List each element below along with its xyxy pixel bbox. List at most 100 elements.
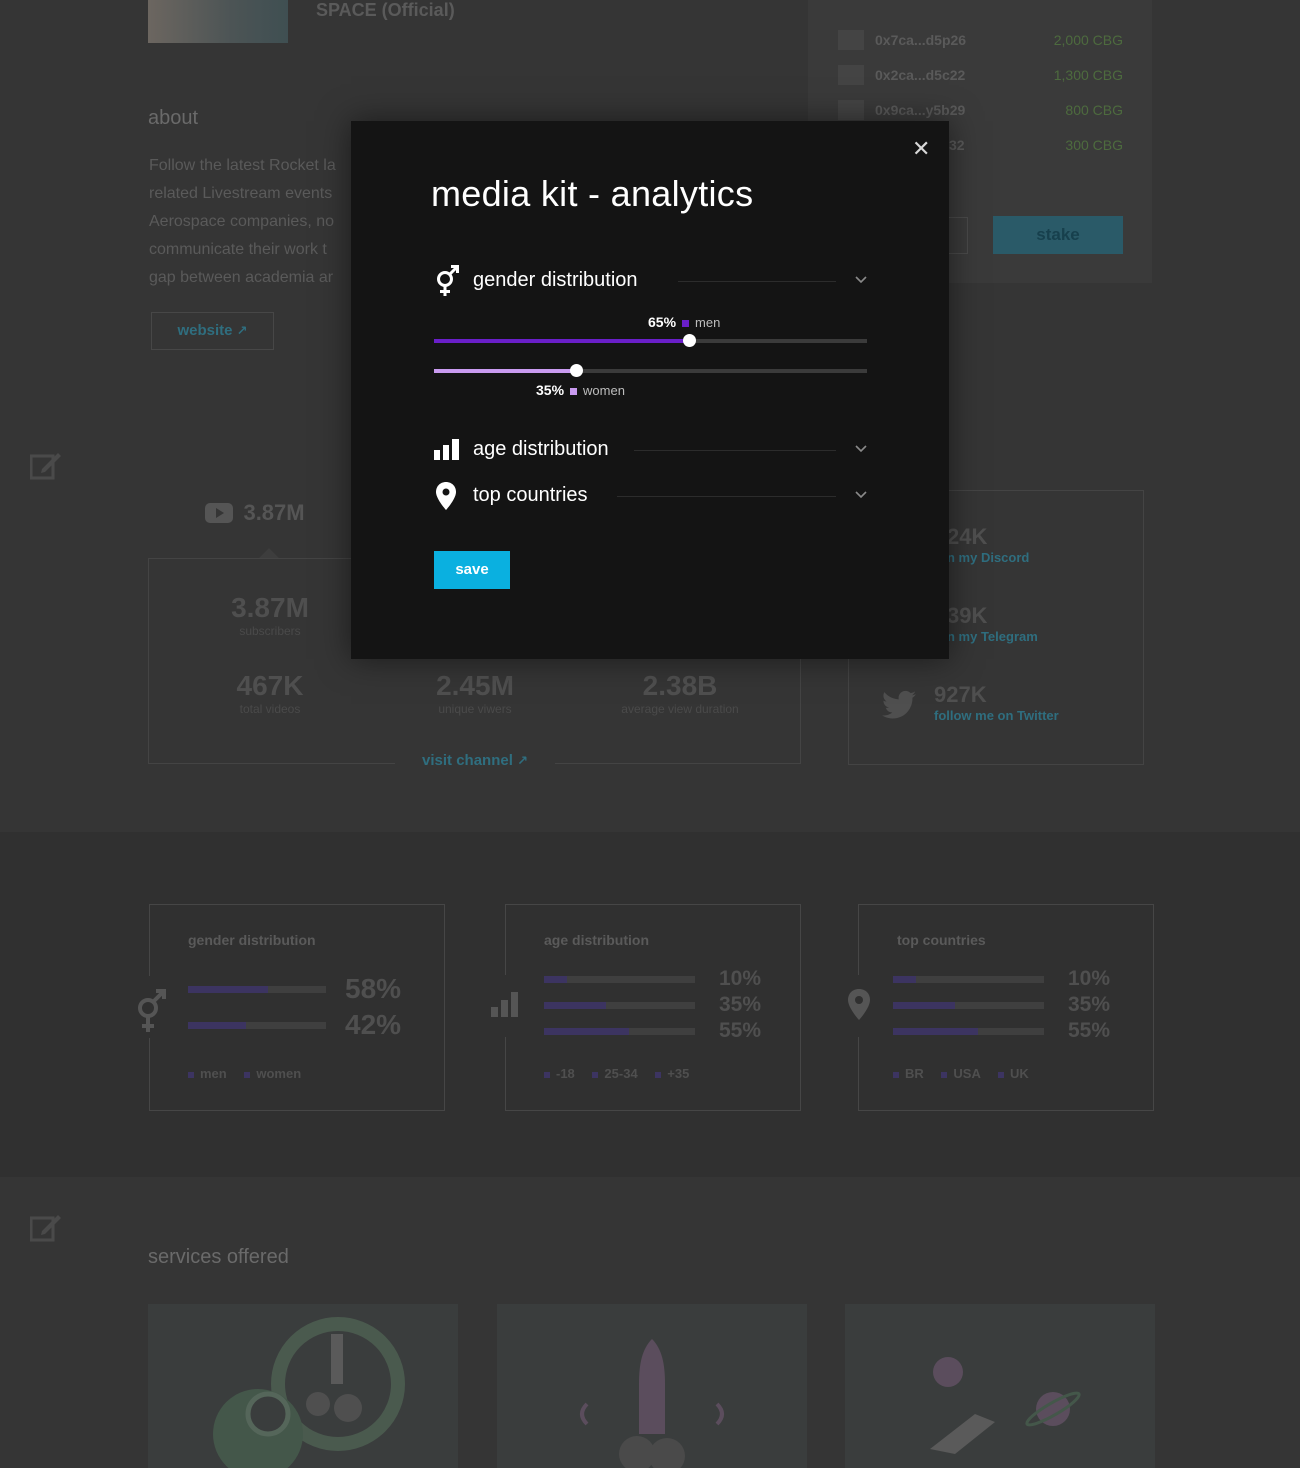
section-gender-distribution[interactable]: gender distribution <box>434 263 868 297</box>
age-value: 10% <box>718 967 761 990</box>
women-slider[interactable] <box>434 364 867 377</box>
edit-icon[interactable] <box>29 1212 62 1242</box>
tab-youtube-value: 3.87M <box>243 500 305 525</box>
about-text: Follow the latest Rocket la related Live… <box>149 157 336 286</box>
youtube-icon <box>205 503 233 523</box>
women-slider-handle[interactable] <box>570 364 584 377</box>
country-value: 55% <box>1067 1019 1110 1042</box>
legend-label: UK <box>1010 1066 1029 1081</box>
save-button[interactable]: save <box>434 551 510 589</box>
service-card[interactable] <box>845 1304 1155 1468</box>
staker-row: 0x7ca...d5p26 2,000 CBG <box>838 30 1123 65</box>
stake-amount-input[interactable] <box>949 217 968 254</box>
gender-bar-fill <box>188 1022 246 1029</box>
gender-value: 42% <box>345 1009 402 1040</box>
section-label: age distribution <box>473 438 609 460</box>
legend-label: USA <box>953 1066 981 1081</box>
chevron-down-icon[interactable] <box>854 487 868 501</box>
age-bar-fill <box>544 1028 629 1035</box>
avatar <box>148 0 288 43</box>
age-values: 10% 35% 55% <box>715 966 761 1044</box>
staker-amount: 2,000 CBG <box>1053 32 1123 48</box>
age-bar <box>544 976 695 983</box>
staker-address: 32 <box>949 137 965 153</box>
tab-youtube[interactable]: 3.87M <box>205 500 305 528</box>
stat-value: 2.45M <box>436 670 514 701</box>
external-link-icon: ↗ <box>236 323 248 338</box>
age-value: 55% <box>718 1019 761 1042</box>
stat-value: 3.87M <box>231 592 309 623</box>
staker-amount: 1,300 CBG <box>1053 67 1123 83</box>
staker-amount: 300 CBG <box>1065 137 1123 153</box>
planets-illustration <box>930 1357 1081 1454</box>
channel-name: SPACE (Official) <box>316 0 455 20</box>
tab-caret <box>259 548 279 558</box>
social-value: 24K <box>947 524 988 549</box>
website-button[interactable]: website ↗ <box>151 312 274 350</box>
location-pin-icon <box>842 975 876 1037</box>
country-values: 10% 35% 55% <box>1064 966 1110 1044</box>
social-twitter[interactable]: 927K follow me on Twitter <box>934 682 1059 723</box>
section-divider <box>678 281 836 282</box>
visit-channel-link[interactable]: visit channel ↗ <box>395 752 555 774</box>
section-top-countries[interactable]: top countries <box>434 478 868 512</box>
section-label: top countries <box>473 484 588 506</box>
men-percent: 65% <box>648 314 677 330</box>
age-legend: -18 25-34 +35 <box>544 1066 689 1081</box>
service-card[interactable] <box>148 1304 458 1468</box>
edit-icon[interactable] <box>29 450 62 480</box>
social-discord[interactable]: 24K n my Discord <box>947 524 1029 565</box>
men-slider-handle[interactable] <box>682 334 696 347</box>
service-card[interactable] <box>497 1304 807 1468</box>
social-value: 927K <box>934 682 987 707</box>
age-value: 35% <box>718 993 761 1016</box>
chevron-down-icon[interactable] <box>854 441 868 455</box>
social-telegram[interactable]: 39K n my Telegram <box>947 603 1038 644</box>
country-bar-fill <box>893 1028 978 1035</box>
age-bar-fill <box>544 976 567 983</box>
chevron-down-icon[interactable] <box>854 272 868 286</box>
legend-label: BR <box>905 1066 924 1081</box>
country-value: 10% <box>1067 967 1110 990</box>
staker-row: 0x2ca...d5c22 1,300 CBG <box>838 65 1123 100</box>
stat-subscribers: 3.87M subscribers <box>200 592 340 638</box>
country-bar <box>893 1002 1044 1009</box>
legend-label: men <box>200 1066 227 1081</box>
external-link-icon: ↗ <box>517 753 528 768</box>
social-label: n my Telegram <box>947 629 1038 644</box>
modal-title: media kit - analytics <box>431 173 754 214</box>
gender-bar-women <box>188 1022 326 1029</box>
section-divider <box>617 496 836 497</box>
bar-chart-icon <box>434 434 460 464</box>
stat-label: subscribers <box>239 624 301 638</box>
staker-address: 0x2ca...d5c22 <box>875 67 966 83</box>
social-value: 39K <box>947 603 988 628</box>
women-percent: 35% <box>536 382 565 398</box>
age-bar-fill <box>544 1002 606 1009</box>
astronaut-illustration <box>213 1317 405 1468</box>
section-label: gender distribution <box>473 269 638 291</box>
countries-legend: BR USA UK <box>893 1066 1029 1081</box>
gender-icon <box>134 976 168 1038</box>
stat-value: 467K <box>236 670 304 701</box>
country-bar <box>893 976 1044 983</box>
men-slider[interactable] <box>434 334 867 347</box>
country-bar-fill <box>893 1002 955 1009</box>
women-slider-fill <box>434 369 577 373</box>
stake-button[interactable]: stake <box>993 216 1123 254</box>
close-icon[interactable]: ✕ <box>912 136 930 162</box>
stat-value: 2.38B <box>642 670 718 701</box>
staker-address: 0x7ca...d5p26 <box>875 32 967 48</box>
section-age-distribution[interactable]: age distribution <box>434 432 868 466</box>
gender-card-title: gender distribution <box>188 932 316 948</box>
countries-card-title: top countries <box>897 932 986 948</box>
staker-avatar <box>838 30 864 50</box>
staker-avatar <box>838 65 864 85</box>
gender-icon <box>434 265 460 296</box>
stat-label: unique viwers <box>438 702 512 716</box>
women-color-swatch <box>570 387 578 395</box>
rocket-illustration <box>580 1339 724 1468</box>
stat-total-videos: 467K total videos <box>200 670 340 716</box>
visit-channel-label: visit channel <box>422 752 513 769</box>
legend-label: +35 <box>667 1066 690 1081</box>
